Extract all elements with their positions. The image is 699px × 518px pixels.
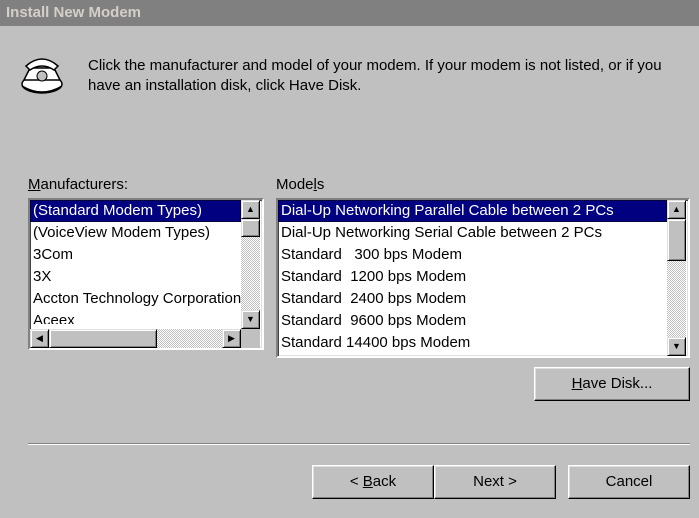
models-label-post: s xyxy=(316,176,325,193)
manufacturers-horizontal-scrollbar[interactable]: ◀ ▶ xyxy=(30,329,241,348)
list-item[interactable]: Standard 300 bps Modem xyxy=(278,244,667,266)
list-item[interactable]: 3X xyxy=(30,266,241,288)
list-item[interactable]: Aceex xyxy=(30,310,241,324)
have-disk-accesskey: H xyxy=(571,375,583,392)
title-bar[interactable]: Install New Modem xyxy=(0,0,699,26)
back-button[interactable]: < Back xyxy=(312,465,434,499)
back-accesskey: B xyxy=(362,473,373,490)
manufacturers-listbox[interactable]: (Standard Modem Types) (VoiceView Modem … xyxy=(28,198,264,350)
scroll-corner xyxy=(241,329,260,348)
scroll-down-arrow-icon[interactable]: ▼ xyxy=(667,337,686,356)
window-title: Install New Modem xyxy=(6,4,142,21)
models-listbox[interactable]: Dial-Up Networking Parallel Cable betwee… xyxy=(276,198,690,358)
models-items: Dial-Up Networking Parallel Cable betwee… xyxy=(278,200,667,356)
list-item[interactable]: (Standard Modem Types) xyxy=(30,200,241,222)
manufacturers-vertical-scrollbar[interactable]: ▲ ▼ xyxy=(241,200,260,329)
install-new-modem-dialog: Install New Modem Click the manufacturer… xyxy=(0,0,699,518)
list-item[interactable]: (VoiceView Modem Types) xyxy=(30,222,241,244)
manufacturers-items: (Standard Modem Types) (VoiceView Modem … xyxy=(30,200,241,324)
instruction-text: Click the manufacturer and model of your… xyxy=(88,57,662,94)
list-item[interactable]: Standard 14400 bps Modem xyxy=(278,332,667,354)
scroll-down-arrow-icon[interactable]: ▼ xyxy=(241,310,260,329)
models-label: Models xyxy=(276,176,324,193)
separator xyxy=(28,443,690,445)
list-item[interactable]: Dial-Up Networking Serial Cable between … xyxy=(278,222,667,244)
models-label-pre: Mode xyxy=(276,176,314,193)
manufacturers-label-accesskey: M xyxy=(28,176,41,193)
have-disk-button[interactable]: Have Disk... xyxy=(534,367,690,401)
list-item[interactable]: 3Com xyxy=(30,244,241,266)
scroll-thumb[interactable] xyxy=(49,329,157,348)
list-item[interactable]: Standard 2400 bps Modem xyxy=(278,288,667,310)
back-label: ack xyxy=(372,473,397,490)
telephone-icon xyxy=(21,58,63,94)
list-item[interactable]: Dial-Up Networking Parallel Cable betwee… xyxy=(278,200,667,222)
scroll-right-arrow-icon[interactable]: ▶ xyxy=(222,329,241,348)
list-item[interactable]: Standard 9600 bps Modem xyxy=(278,310,667,332)
scroll-thumb[interactable] xyxy=(241,219,260,237)
scroll-up-arrow-icon[interactable]: ▲ xyxy=(241,200,260,219)
back-prefix: < xyxy=(349,473,363,490)
next-label: Next > xyxy=(473,473,517,490)
manufacturers-label-rest: anufacturers: xyxy=(40,176,129,193)
cancel-label: Cancel xyxy=(605,473,653,490)
scroll-thumb[interactable] xyxy=(667,219,686,261)
scroll-left-arrow-icon[interactable]: ◀ xyxy=(30,329,49,348)
cancel-button[interactable]: Cancel xyxy=(568,465,690,499)
list-item[interactable]: Accton Technology Corporation xyxy=(30,288,241,310)
scroll-up-arrow-icon[interactable]: ▲ xyxy=(667,200,686,219)
list-item[interactable]: Standard 1200 bps Modem xyxy=(278,266,667,288)
models-vertical-scrollbar[interactable]: ▲ ▼ xyxy=(667,200,686,356)
have-disk-label: ave Disk... xyxy=(582,375,653,392)
next-button[interactable]: Next > xyxy=(434,465,556,499)
manufacturers-label: Manufacturers: xyxy=(28,176,128,193)
